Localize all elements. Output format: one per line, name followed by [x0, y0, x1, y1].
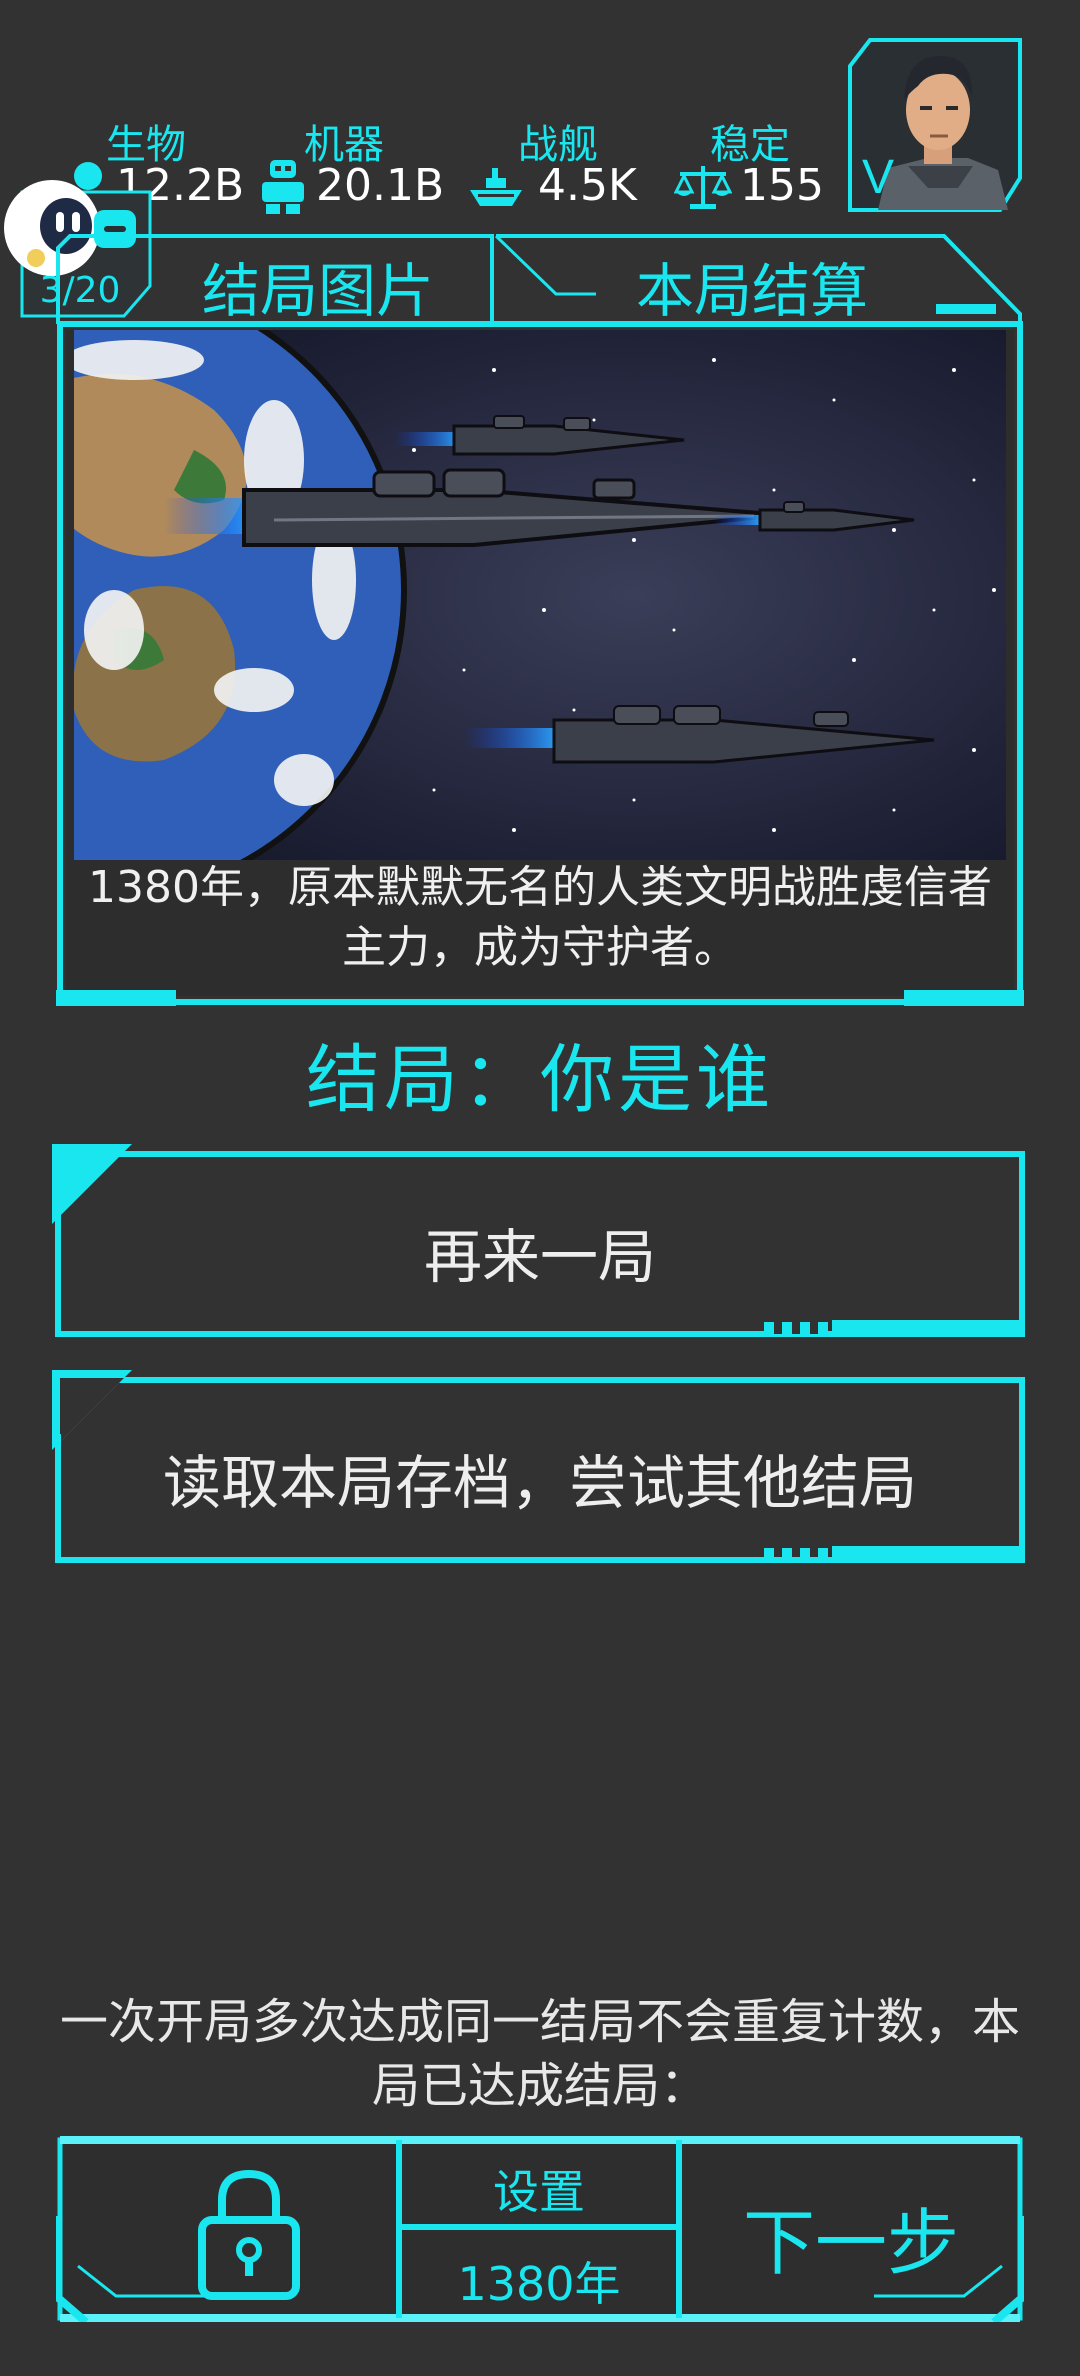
bottom-action-bar: 设置 1380年 下一步	[56, 2136, 1024, 2322]
year-display: 1380年	[457, 2257, 621, 2311]
ending-caption: 1380年，原本默默无名的人类文明战胜虔信者主力，成为守护者。	[88, 862, 992, 973]
stat-value-stability: 155	[740, 160, 824, 211]
tab-ending-image[interactable]: 结局图片	[202, 244, 434, 328]
ending-count-note: 一次开局多次达成同一结局不会重复计数，本局已达成结局：	[60, 1994, 1021, 2114]
settings-button[interactable]: 设置	[402, 2156, 676, 2222]
robot-icon	[262, 160, 304, 214]
load-save-button-label: 读取本局存档，尝试其他结局	[162, 1449, 917, 1517]
replay-button[interactable]: 再来一局	[52, 1144, 1028, 1340]
stat-value-battleship: 4.5K	[538, 160, 637, 211]
ending-title: 结局：你是谁	[306, 1037, 774, 1123]
battleship-icon	[470, 168, 522, 206]
next-step-button[interactable]: 下一步	[682, 2184, 1020, 2289]
stat-value-machine: 20.1B	[316, 160, 445, 211]
load-save-button[interactable]: 读取本局存档，尝试其他结局	[52, 1370, 1028, 1566]
avatar-badge: V	[862, 151, 895, 204]
replay-button-label: 再来一局	[423, 1223, 656, 1291]
tab-round-settlement[interactable]: 本局结算	[636, 244, 868, 328]
ending-illustration	[74, 330, 1006, 860]
lock-icon[interactable]	[196, 2166, 302, 2302]
commander-avatar[interactable]: V	[848, 38, 1022, 212]
scales-icon	[674, 166, 732, 209]
